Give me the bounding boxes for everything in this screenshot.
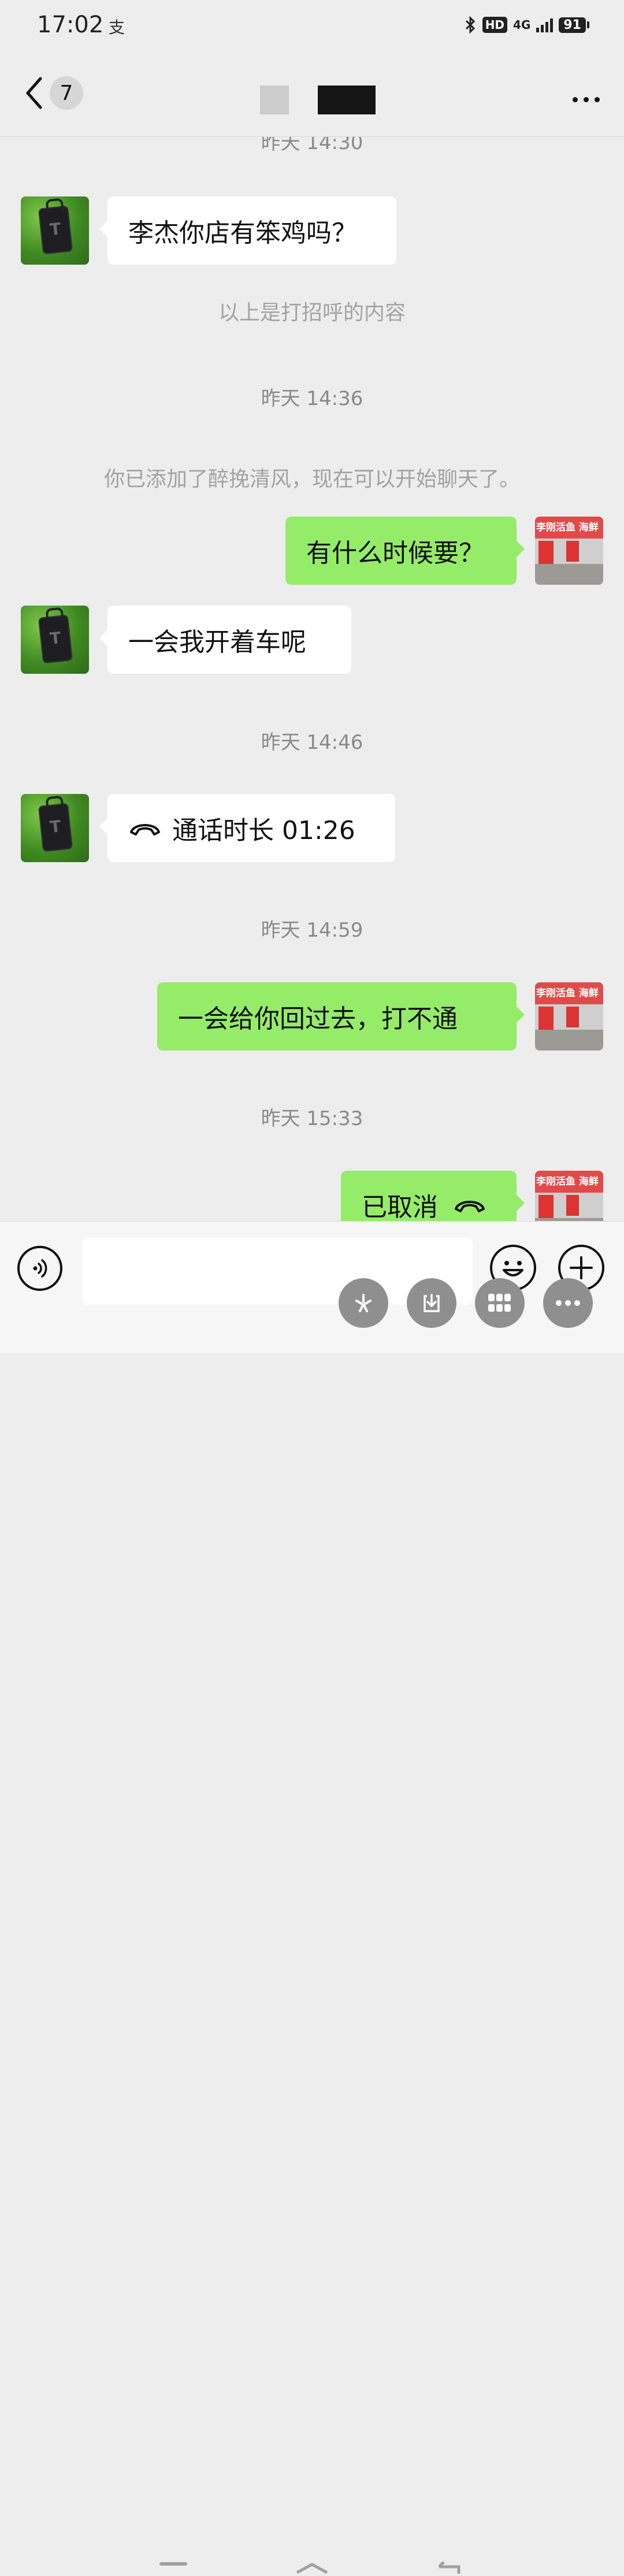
more-button[interactable] (569, 91, 603, 108)
self-avatar-sign: 李刚活鱼 海鲜 (535, 517, 603, 539)
contact-avatar[interactable] (21, 606, 89, 674)
contact-avatar[interactable] (21, 196, 89, 265)
self-avatar-sign: 李刚活鱼 海鲜 (535, 1171, 603, 1193)
status-time: 17:02 (37, 12, 104, 38)
self-avatar-sign: 李刚活鱼 海鲜 (535, 982, 603, 1004)
call-cancelled-text: 已取消 (362, 1193, 438, 1221)
network-type: 4G (513, 18, 531, 32)
grid-icon (488, 1294, 511, 1312)
contact-name-redacted-2 (318, 86, 376, 114)
timestamp: 昨天 14:30 (261, 137, 363, 154)
sparkle-icon (355, 1294, 372, 1312)
call-record-bubble-sent[interactable]: 已取消 (341, 1171, 525, 1221)
nav-home-hint[interactable] (295, 2562, 329, 2574)
ellipsis-icon (556, 1300, 580, 1306)
hd-badge: HD (482, 17, 508, 33)
timestamp: 昨天 14:59 (261, 919, 363, 942)
voice-input-button[interactable] (17, 1246, 62, 1291)
floating-tool-button-1[interactable] (339, 1278, 388, 1328)
alipay-indicator: 支 (109, 18, 125, 37)
floating-tool-button-3[interactable] (475, 1278, 525, 1328)
input-bar (0, 1221, 624, 2574)
phone-hangup-icon (128, 818, 162, 838)
timestamp: 昨天 14:36 (261, 387, 363, 410)
self-avatar[interactable]: 李刚活鱼 海鲜 (535, 517, 603, 585)
battery-level: 91 (559, 17, 586, 33)
message-bubble-sent[interactable]: 一会给你回过去，打不通 (157, 982, 525, 1051)
floating-tool-button-4[interactable] (543, 1278, 593, 1328)
message-bubble-sent[interactable]: 有什么时候要？ (285, 517, 525, 585)
contact-name-redacted (260, 86, 289, 114)
download-icon (424, 1294, 440, 1312)
timestamp: 昨天 14:46 (261, 731, 363, 754)
nav-back-hint[interactable] (433, 2560, 466, 2574)
status-icons: HD 4G 91 (464, 16, 589, 34)
contact-avatar[interactable] (21, 794, 89, 862)
self-avatar[interactable]: 李刚活鱼 海鲜 (535, 1171, 603, 1221)
system-message: 你已添加了醉挽清风，现在可以开始聊天了。 (103, 467, 520, 491)
status-bar: 17:02 支 HD 4G 91 (0, 0, 624, 64)
phone-hangup-icon (453, 1195, 486, 1215)
bluetooth-icon (465, 16, 475, 34)
call-duration-text: 通话时长 01:26 (172, 816, 355, 845)
timestamp: 昨天 15:33 (261, 1107, 363, 1130)
voice-icon (33, 1259, 47, 1278)
message-list[interactable]: 昨天 14:30 李杰你店有笨鸡吗？ 以上是打招呼的内容 昨天 14:36 你已… (0, 137, 624, 1221)
battery-icon: 91 (559, 17, 589, 33)
system-message: 以上是打招呼的内容 (218, 301, 406, 325)
back-button[interactable]: 7 (23, 75, 83, 111)
more-dots-icon (573, 97, 578, 102)
message-bubble-received[interactable]: 一会我开着车呢 (99, 606, 351, 674)
call-record-bubble[interactable]: 通话时长 01:26 (99, 794, 395, 862)
nav-menu-hint[interactable] (159, 2562, 187, 2566)
floating-tool-button-2[interactable] (407, 1278, 456, 1328)
self-avatar[interactable]: 李刚活鱼 海鲜 (535, 982, 603, 1051)
unread-count-badge: 7 (50, 76, 83, 110)
plus-icon (570, 1256, 593, 1279)
back-chevron-icon (26, 77, 42, 109)
chat-header: 7 (0, 64, 624, 137)
message-bubble-received[interactable]: 李杰你店有笨鸡吗？ (99, 196, 396, 265)
signal-icon (536, 17, 554, 32)
